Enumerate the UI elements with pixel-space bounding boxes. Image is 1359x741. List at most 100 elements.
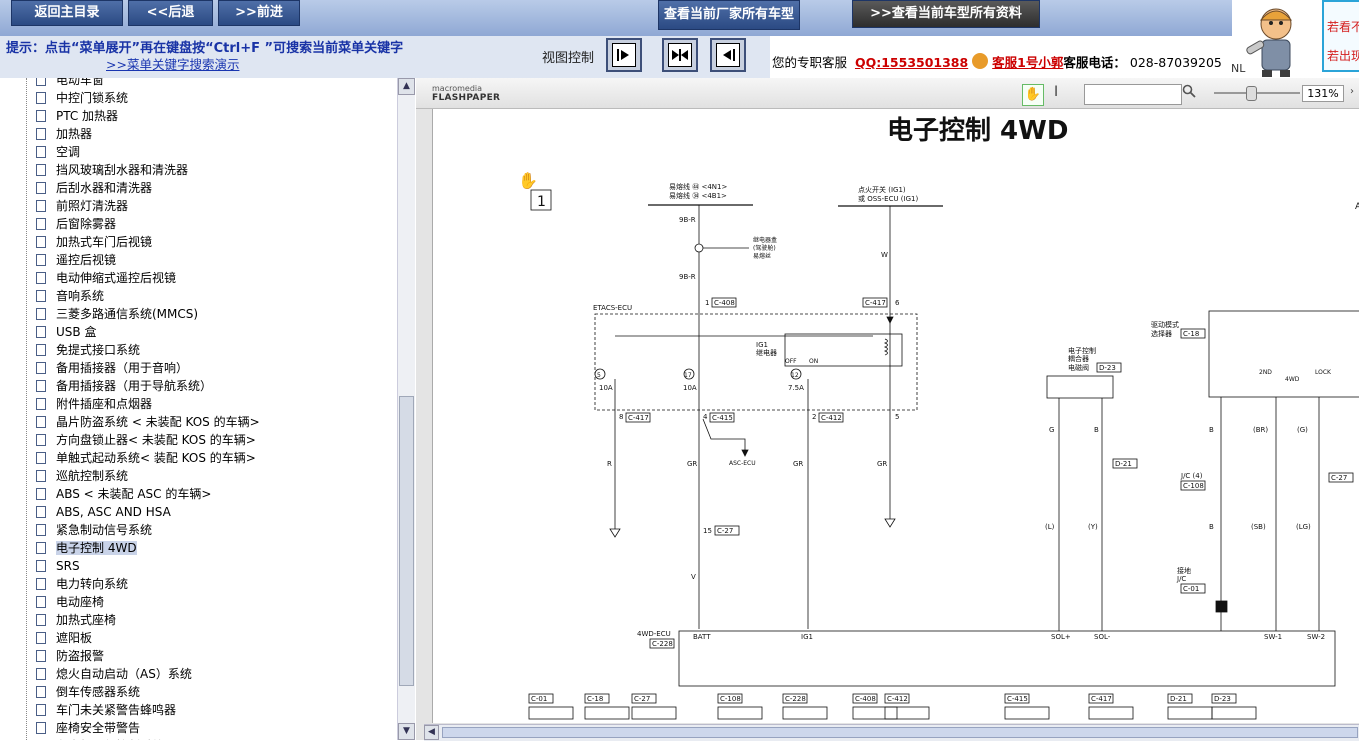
tree-item[interactable]: 挡风玻璃刮水器和清洗器 (36, 161, 188, 179)
tree-item[interactable]: 加热器 (36, 125, 92, 143)
tree-item[interactable]: 附件插座和点烟器 (36, 395, 152, 413)
tree-item-label: SRS (56, 559, 80, 573)
mode-4wd-label: 4WD (1285, 376, 1300, 383)
tree-item[interactable]: 熄火自动启动（AS）系统 (36, 665, 192, 683)
hand-tool-icon[interactable]: ✋ (1022, 84, 1044, 106)
tree-item[interactable]: 中控门锁系统 (36, 89, 128, 107)
tree-item[interactable]: 空调 (36, 143, 80, 161)
phone-number: 028-87039205 (1129, 55, 1222, 70)
tree-item[interactable]: 遮阳板 (36, 629, 92, 647)
scroll-thumb[interactable] (399, 396, 414, 686)
tree-item-label: 巡航控制系统 (56, 469, 129, 483)
tree-item[interactable]: 后窗除雾器 (36, 215, 116, 233)
tree-item[interactable]: 紧急制动信号系统 (36, 521, 152, 539)
tree-item-label: 电子控制 4WD (56, 541, 137, 555)
document-icon (36, 200, 46, 212)
tree-scrollbar[interactable]: ▲ ▼ (397, 78, 415, 740)
tree-item[interactable]: 备用插接器（用于导航系统） (36, 377, 212, 395)
zoom-slider-thumb[interactable] (1246, 86, 1257, 101)
document-icon (36, 398, 46, 410)
model-info-button[interactable]: >>查看当前车型所有资料 (852, 0, 1040, 28)
tree-item[interactable]: USB 盒 (36, 323, 96, 341)
tree-item[interactable]: 车门未关紧警告蜂鸣器 (36, 701, 176, 719)
wire-b-1: B (1094, 426, 1099, 434)
ignition-title-2: 或 OSS-ECU (IG1) (858, 194, 918, 203)
scroll-left-button[interactable]: ◀ (424, 725, 439, 740)
chevron-right-icon[interactable]: › (1350, 86, 1354, 97)
viewer-hscroll-thumb[interactable] (442, 727, 1358, 738)
tree-item[interactable]: ABS, ASC AND HSA (36, 503, 171, 521)
tree-item[interactable]: 后刮水器和清洗器 (36, 179, 152, 197)
tree-item[interactable]: 遥控后视镜 (36, 251, 116, 269)
view-control-label: 视图控制 (542, 51, 595, 66)
zoom-level[interactable]: 131% (1302, 85, 1344, 102)
agent-link[interactable]: 客服1号小郭 (992, 55, 1063, 70)
tree-item-label: 备用插接器（用于导航系统） (56, 379, 213, 393)
tree-item[interactable]: 电动座椅 (36, 593, 104, 611)
tree-item[interactable]: 音响系统 (36, 287, 104, 305)
tree-item[interactable]: 巡航控制系统 (36, 467, 128, 485)
tree-item[interactable]: 三菱多路通信系统(MMCS) (36, 305, 198, 323)
wire-gr-2: GR (793, 460, 803, 468)
search-icon[interactable] (1182, 84, 1196, 102)
scroll-down-button[interactable]: ▼ (398, 723, 415, 740)
tree-item-label: 挡风玻璃刮水器和清洗器 (56, 163, 189, 177)
tree-item[interactable]: 加热式座椅 (36, 611, 116, 629)
connector-legend-label: C-01 (531, 695, 547, 703)
service-strip: 您的专职客服 QQ:1553501388 客服1号小郭客服电话： 028-870… (770, 36, 1232, 78)
viewer-hscrollbar[interactable]: ◀ (424, 724, 1359, 741)
maker-models-button[interactable]: 查看当前厂家所有车型 (658, 0, 800, 30)
tree-item[interactable]: 电动伸缩式遥控后视镜 (36, 269, 176, 287)
connector-pinout (631, 706, 677, 720)
tree-item[interactable]: 倒车传感器系统 (36, 683, 140, 701)
tree-item[interactable]: 座椅安全带警告 (36, 719, 140, 737)
forward-button[interactable]: >>前进 (218, 0, 300, 26)
pin-5-label: 5 (895, 413, 899, 421)
tree-item-label: 电动车窗 (56, 78, 105, 87)
tree-item[interactable]: 晶片防盗系统 < 未装配 KOS 的车辆> (36, 413, 260, 431)
connector-legend-label: C-27 (634, 695, 650, 703)
tree-item[interactable]: 方向盘锁止器< 未装配 KOS 的车辆> (36, 431, 256, 449)
tree-item[interactable]: 防盗报警 (36, 647, 104, 665)
arrow-left-icon (716, 43, 740, 67)
document-icon (36, 254, 46, 266)
connector-legend-label: C-408 (855, 695, 876, 703)
search-demo-link[interactable]: >>菜单关键字搜索演示 (106, 54, 239, 73)
c27-label-right: C-27 (1331, 474, 1347, 482)
connector-pinout (1211, 706, 1257, 720)
tree-item[interactable]: SRS (36, 557, 80, 575)
zoom-slider-track[interactable] (1214, 92, 1300, 94)
tree-item[interactable]: PTC 加热器 (36, 107, 118, 125)
view-expand-right-button[interactable] (710, 38, 746, 72)
tree-item[interactable]: 电动车窗 (36, 78, 104, 89)
view-expand-left-button[interactable] (606, 38, 642, 72)
connector-pinout (584, 706, 630, 720)
tree-item[interactable]: 免提式接口系统 (36, 341, 140, 359)
tree-item[interactable]: ABS < 未装配 ASC 的车辆> (36, 485, 211, 503)
view-split-button[interactable] (662, 38, 698, 72)
document-icon (36, 722, 46, 734)
text-select-icon[interactable]: I (1054, 84, 1058, 100)
tree-item[interactable]: 单触式起动系统< 装配 KOS 的车辆> (36, 449, 256, 467)
tree-item-label: 加热式座椅 (56, 613, 117, 627)
pin-ig1-label: IG1 (801, 633, 813, 641)
nav-strip: 返回主目录 <<后退 >>前进 查看当前厂家所有车型 >>查看当前车型所有资料 (0, 0, 1232, 36)
tree-item[interactable]: 电力转向系统 (36, 575, 128, 593)
back-button[interactable]: <<后退 (128, 0, 213, 26)
find-input[interactable] (1084, 84, 1182, 105)
tree-item[interactable]: 前照灯清洗器 (36, 197, 128, 215)
notice-line-2: 若出现 (1327, 49, 1359, 63)
scroll-up-button[interactable]: ▲ (398, 78, 415, 95)
tree-item[interactable]: 备用插接器（用于音响） (36, 359, 188, 377)
tree-item[interactable]: 加热式车门后视镜 (36, 233, 152, 251)
wire-g: G (1049, 426, 1054, 434)
c108-label: C-108 (1183, 482, 1204, 490)
qq-link[interactable]: QQ:1553501388 (855, 55, 968, 70)
wire-gr-1: GR (687, 460, 697, 468)
home-button[interactable]: 返回主目录 (11, 0, 123, 26)
tree-item[interactable]: 电子控制 4WD (36, 539, 137, 557)
notice-box[interactable]: 若看不 若出现 (1322, 0, 1359, 72)
qq-penguin-icon[interactable] (972, 53, 989, 69)
ignition-title: 点火开关 (IG1) (858, 185, 906, 194)
fuse-12-label: 12 (791, 372, 799, 379)
